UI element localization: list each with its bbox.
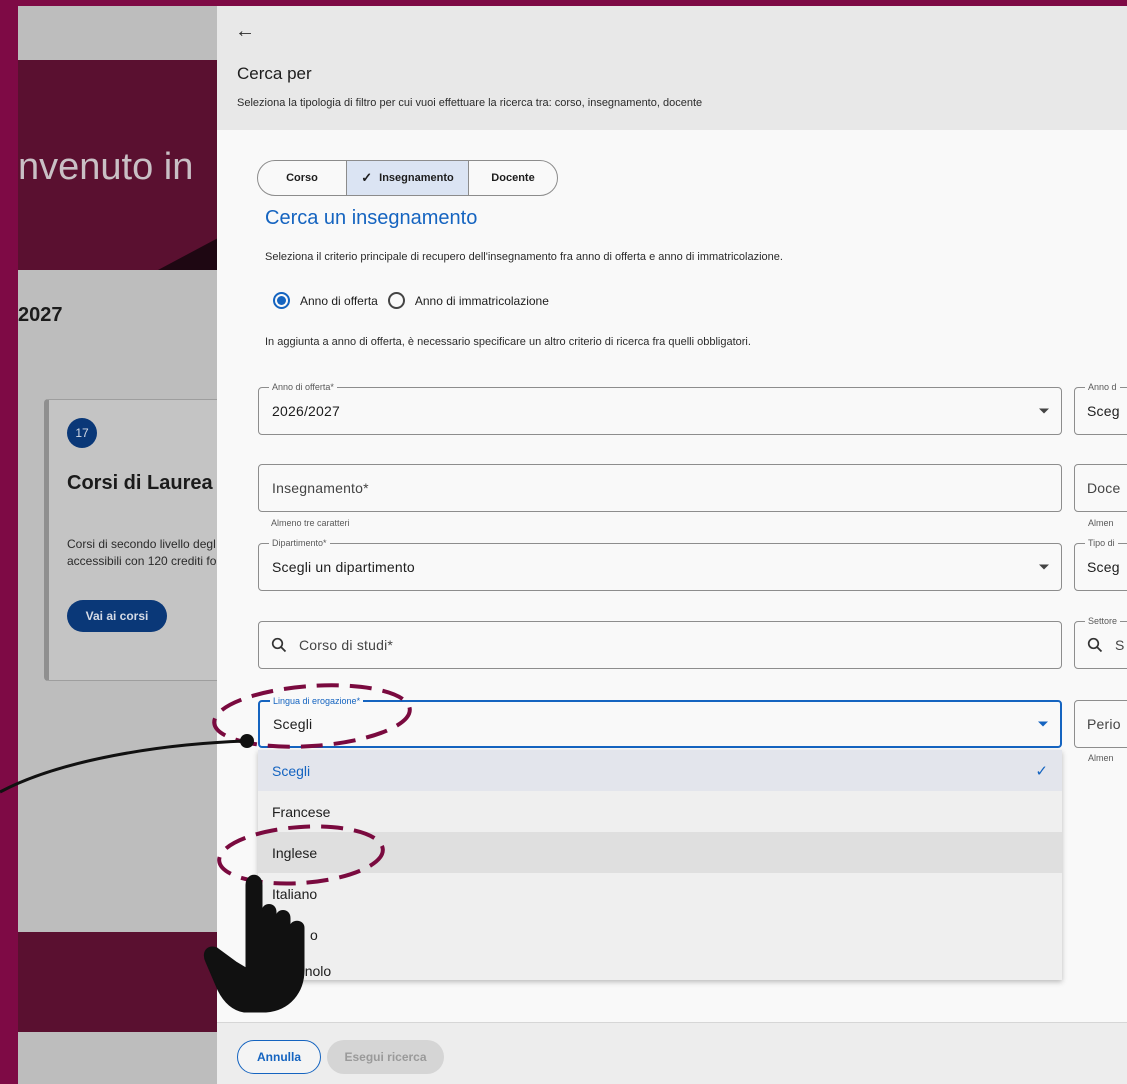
corso-di-studi-input[interactable]: Corso di studi* (258, 621, 1062, 669)
check-icon: ✓ (1035, 762, 1048, 780)
field-placeholder: Insegnamento* (272, 480, 369, 496)
field-placeholder: Doce (1087, 480, 1121, 496)
section-description: Seleziona il criterio principale di recu… (265, 251, 783, 263)
insegnamento-input[interactable]: Insegnamento* (258, 464, 1062, 512)
card-title: Corsi di Laurea I (67, 472, 224, 494)
drawer-footer: Annulla Esegui ricerca (217, 1022, 1127, 1084)
field-placeholder: S (1115, 637, 1125, 653)
option-label: Scegli (272, 762, 311, 779)
field-value: Scegli (273, 716, 313, 732)
vai-ai-corsi-button[interactable]: Vai ai corsi (67, 600, 167, 632)
esegui-ricerca-button[interactable]: Esegui ricerca (327, 1040, 444, 1074)
caret-down-icon (1038, 721, 1048, 727)
option-partial[interactable]: o (258, 914, 1062, 955)
insegnamento-helper: Almeno tre caratteri (271, 518, 350, 528)
tab-docente[interactable]: Docente (469, 161, 557, 195)
lingua-erogazione-select[interactable]: Lingua di erogazione* Scegli (258, 695, 1062, 748)
field-label: Settore (1085, 615, 1121, 627)
option-italiano[interactable]: Italiano (258, 873, 1062, 914)
tab-corso[interactable]: Corso (258, 161, 347, 195)
drawer-title: Cerca per (237, 64, 312, 83)
caret-down-icon (1039, 564, 1049, 570)
periodo-helper: Almen (1088, 753, 1114, 763)
radio-anno-immatricolazione[interactable] (387, 292, 405, 309)
annulla-button[interactable]: Annulla (237, 1040, 321, 1074)
search-icon (1087, 637, 1103, 653)
option-inglese[interactable]: Inglese (258, 832, 1062, 873)
tab-insegnamento[interactable]: ✓ Insegnamento (347, 161, 469, 195)
option-label: Francese (272, 803, 331, 820)
field-label: Anno di offerta* (269, 381, 337, 393)
settore-input[interactable]: Settore S (1074, 615, 1127, 669)
search-icon (271, 637, 287, 653)
radio-anno-offerta[interactable] (273, 292, 290, 309)
tab-label: Insegnamento (379, 172, 454, 184)
tab-label: Corso (286, 172, 318, 184)
option-label: Inglese (272, 844, 318, 861)
option-scegli[interactable]: Scegli ✓ (258, 750, 1062, 791)
field-label: Dipartimento* (269, 537, 330, 549)
anno-immatricolazione-select[interactable]: Anno d Sceg (1074, 381, 1127, 435)
field-value: Scegli un dipartimento (272, 559, 415, 575)
tipo-select[interactable]: Tipo di Sceg (1074, 537, 1127, 591)
count-badge: 17 (67, 418, 97, 448)
section-title: Cerca un insegnamento (265, 207, 478, 229)
field-value: Sceg (1087, 403, 1120, 419)
option-label: o (310, 926, 318, 943)
option-francese[interactable]: Francese (258, 791, 1062, 832)
option-spagnolo[interactable]: Spagnolo (258, 955, 1062, 979)
docente-helper: Almen (1088, 518, 1114, 528)
radio-label: Anno di immatricolazione (414, 293, 549, 308)
course-card: 17 Corsi di Laurea I Corsi di secondo li… (44, 399, 246, 681)
search-drawer: ← Cerca per Seleziona la tipologia di fi… (217, 6, 1127, 1084)
field-label: Tipo di (1085, 537, 1118, 549)
field-label: Lingua di erogazione* (270, 695, 364, 707)
criteria-radio-group: Anno di offerta Anno di immatricolazione (273, 292, 549, 309)
option-label: Spagnolo (272, 963, 332, 979)
drawer-header: ← Cerca per Seleziona la tipologia di fi… (217, 6, 1127, 130)
radio-label: Anno di offerta (300, 293, 378, 308)
docente-input[interactable]: Doce (1074, 464, 1127, 512)
field-value: 2026/2027 (272, 403, 340, 419)
field-value: Sceg (1087, 559, 1120, 575)
field-placeholder: Corso di studi* (299, 637, 394, 653)
periodo-input[interactable]: Perio (1074, 700, 1127, 748)
field-placeholder: Perio (1087, 716, 1121, 732)
tab-label: Docente (491, 172, 535, 184)
criteria-note: In aggiunta a anno di offerta, è necessa… (265, 336, 751, 348)
drawer-subtitle: Seleziona la tipologia di filtro per cui… (237, 97, 703, 109)
option-label: Italiano (272, 885, 318, 902)
arrow-left-icon[interactable]: ← (235, 20, 255, 43)
field-label: Anno d (1085, 381, 1120, 393)
year-heading: 2027 (18, 304, 63, 326)
dipartimento-select[interactable]: Dipartimento* Scegli un dipartimento (258, 537, 1062, 591)
check-icon: ✓ (361, 170, 373, 185)
anno-offerta-select[interactable]: Anno di offerta* 2026/2027 (258, 381, 1062, 435)
hero-title: nvenuto in (18, 146, 194, 188)
lingua-dropdown-menu: Scegli ✓ Francese Inglese Italiano o Spa… (258, 750, 1062, 980)
filter-type-tabs: Corso ✓ Insegnamento Docente (257, 160, 558, 196)
caret-down-icon (1039, 408, 1049, 414)
